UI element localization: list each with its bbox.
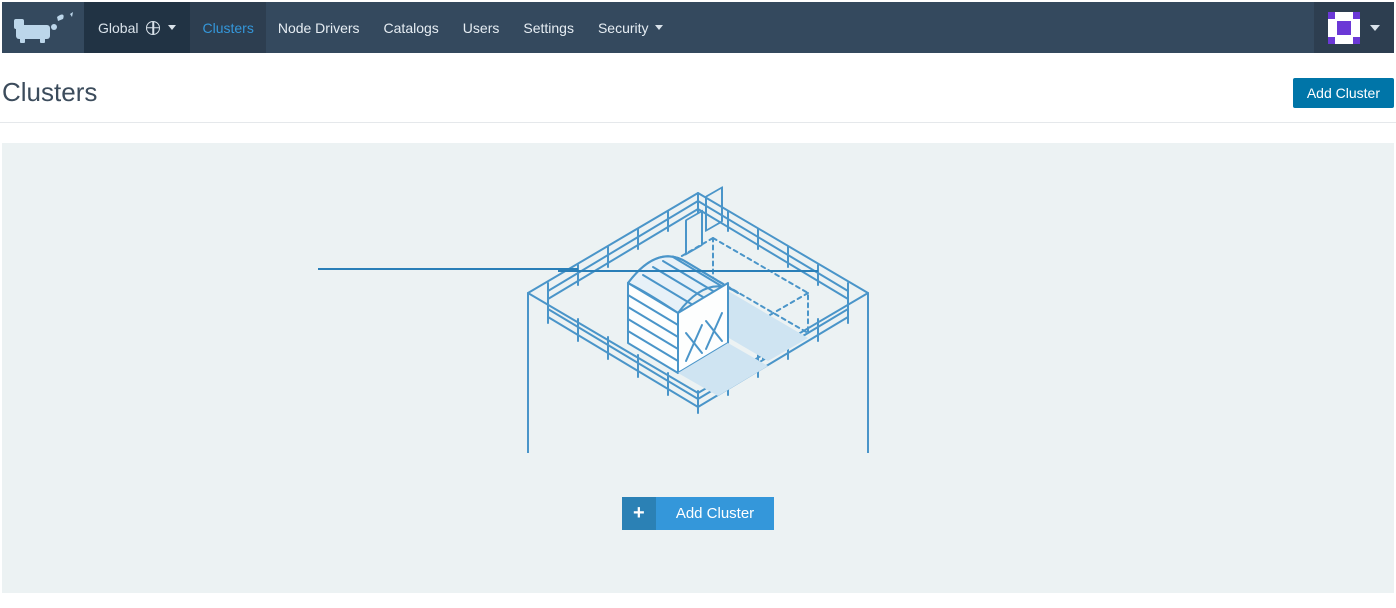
chevron-down-icon bbox=[168, 25, 176, 30]
nav-item-settings[interactable]: Settings bbox=[511, 2, 586, 53]
plus-icon: + bbox=[622, 497, 656, 530]
nav-item-label: Security bbox=[598, 20, 649, 36]
scope-selector[interactable]: Global bbox=[84, 2, 190, 53]
top-nav: Global Clusters Node Drivers Catalogs Users… bbox=[2, 2, 1394, 53]
nav-item-label: Clusters bbox=[202, 20, 253, 36]
farm-illustration-icon bbox=[508, 183, 888, 453]
nav-item-catalogs[interactable]: Catalogs bbox=[372, 2, 451, 53]
chevron-down-icon bbox=[1370, 25, 1380, 31]
chevron-down-icon bbox=[655, 25, 663, 30]
nav-item-clusters[interactable]: Clusters bbox=[190, 2, 265, 53]
nav-item-security[interactable]: Security bbox=[586, 2, 675, 53]
brand-logo[interactable] bbox=[2, 2, 84, 53]
nav-item-label: Settings bbox=[523, 20, 574, 36]
nav-item-label: Node Drivers bbox=[278, 20, 360, 36]
nav-items: Clusters Node Drivers Catalogs Users Setting… bbox=[190, 2, 674, 53]
nav-item-label: Catalogs bbox=[384, 20, 439, 36]
user-menu[interactable] bbox=[1314, 2, 1394, 53]
nav-item-users[interactable]: Users bbox=[451, 2, 512, 53]
cow-logo-icon bbox=[10, 11, 76, 45]
avatar bbox=[1328, 12, 1360, 44]
empty-state: + Add Cluster bbox=[2, 143, 1394, 593]
empty-illustration bbox=[438, 183, 958, 453]
nav-item-label: Users bbox=[463, 20, 500, 36]
divider bbox=[318, 268, 578, 270]
add-cluster-button[interactable]: Add Cluster bbox=[1293, 78, 1394, 108]
nav-item-node-drivers[interactable]: Node Drivers bbox=[266, 2, 372, 53]
globe-icon bbox=[146, 21, 160, 35]
scope-label: Global bbox=[98, 20, 138, 36]
page-header: Clusters Add Cluster bbox=[0, 53, 1396, 123]
divider bbox=[558, 270, 818, 272]
nav-spacer bbox=[675, 2, 1314, 53]
page-title: Clusters bbox=[2, 77, 1293, 108]
add-cluster-cta-label: Add Cluster bbox=[656, 497, 774, 530]
add-cluster-cta[interactable]: + Add Cluster bbox=[622, 497, 774, 530]
